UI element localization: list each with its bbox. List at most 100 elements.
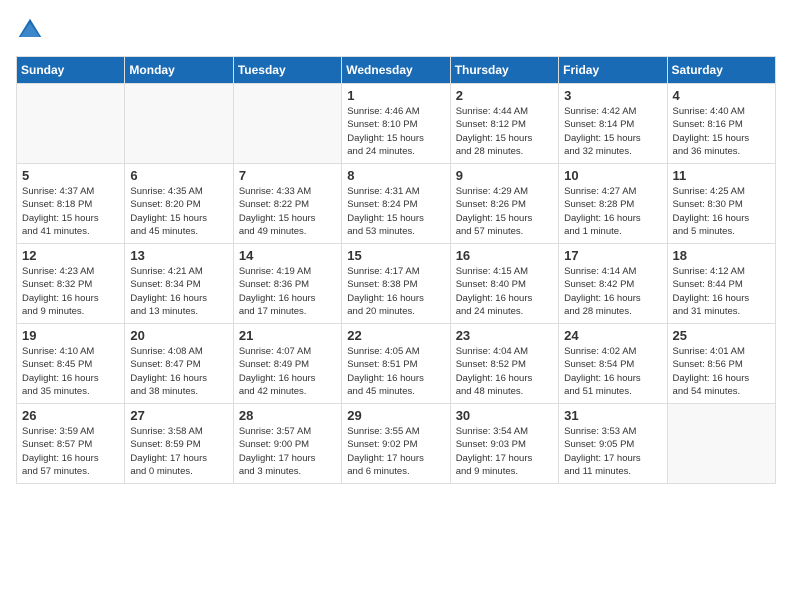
day-info: Sunrise: 4:10 AM Sunset: 8:45 PM Dayligh… [22, 345, 119, 398]
day-info: Sunrise: 3:53 AM Sunset: 9:05 PM Dayligh… [564, 425, 661, 478]
calendar-cell: 6 Sunrise: 4:35 AM Sunset: 8:20 PM Daylig… [125, 164, 233, 244]
day-info: Sunrise: 4:02 AM Sunset: 8:54 PM Dayligh… [564, 345, 661, 398]
day-info: Sunrise: 4:05 AM Sunset: 8:51 PM Dayligh… [347, 345, 444, 398]
calendar-cell: 14 Sunrise: 4:19 AM Sunset: 8:36 PM Dayli… [233, 244, 341, 324]
calendar-cell: 21 Sunrise: 4:07 AM Sunset: 8:49 PM Dayli… [233, 324, 341, 404]
day-number: 25 [673, 328, 770, 343]
day-info: Sunrise: 3:57 AM Sunset: 9:00 PM Dayligh… [239, 425, 336, 478]
calendar-cell: 5 Sunrise: 4:37 AM Sunset: 8:18 PM Daylig… [17, 164, 125, 244]
calendar-cell: 9 Sunrise: 4:29 AM Sunset: 8:26 PM Daylig… [450, 164, 558, 244]
day-number: 8 [347, 168, 444, 183]
day-info: Sunrise: 4:25 AM Sunset: 8:30 PM Dayligh… [673, 185, 770, 238]
week-row-3: 19 Sunrise: 4:10 AM Sunset: 8:45 PM Dayli… [17, 324, 776, 404]
day-info: Sunrise: 4:33 AM Sunset: 8:22 PM Dayligh… [239, 185, 336, 238]
calendar-cell: 25 Sunrise: 4:01 AM Sunset: 8:56 PM Dayli… [667, 324, 775, 404]
calendar-cell: 15Sunrise: 4:17 AM Sunset: 8:38 PM Dayli… [342, 244, 450, 324]
day-info: Sunrise: 3:58 AM Sunset: 8:59 PM Dayligh… [130, 425, 227, 478]
calendar-cell [667, 404, 775, 484]
calendar-cell: 4 Sunrise: 4:40 AM Sunset: 8:16 PM Daylig… [667, 84, 775, 164]
calendar-cell: 27Sunrise: 3:58 AM Sunset: 8:59 PM Dayli… [125, 404, 233, 484]
day-info: Sunrise: 4:29 AM Sunset: 8:26 PM Dayligh… [456, 185, 553, 238]
day-number: 26 [22, 408, 119, 423]
day-number: 18 [673, 248, 770, 263]
day-info: Sunrise: 3:54 AM Sunset: 9:03 PM Dayligh… [456, 425, 553, 478]
day-number: 13 [130, 248, 227, 263]
calendar-cell [233, 84, 341, 164]
day-header-friday: Friday [559, 57, 667, 84]
day-header-tuesday: Tuesday [233, 57, 341, 84]
calendar-cell: 16 Sunrise: 4:15 AM Sunset: 8:40 PM Dayli… [450, 244, 558, 324]
calendar-table: SundayMondayTuesdayWednesdayThursdayFrid… [16, 56, 776, 484]
day-info: Sunrise: 4:23 AM Sunset: 8:32 PM Dayligh… [22, 265, 119, 318]
day-number: 3 [564, 88, 661, 103]
calendar-cell: 28 Sunrise: 3:57 AM Sunset: 9:00 PM Dayli… [233, 404, 341, 484]
day-info: Sunrise: 4:21 AM Sunset: 8:34 PM Dayligh… [130, 265, 227, 318]
day-number: 19 [22, 328, 119, 343]
header-row: SundayMondayTuesdayWednesdayThursdayFrid… [17, 57, 776, 84]
day-info: Sunrise: 4:15 AM Sunset: 8:40 PM Dayligh… [456, 265, 553, 318]
day-info: Sunrise: 4:40 AM Sunset: 8:16 PM Dayligh… [673, 105, 770, 158]
day-number: 7 [239, 168, 336, 183]
day-number: 23 [456, 328, 553, 343]
day-header-monday: Monday [125, 57, 233, 84]
day-info: Sunrise: 4:19 AM Sunset: 8:36 PM Dayligh… [239, 265, 336, 318]
calendar-cell: 1 Sunrise: 4:46 AM Sunset: 8:10 PM Daylig… [342, 84, 450, 164]
week-row-0: 1 Sunrise: 4:46 AM Sunset: 8:10 PM Daylig… [17, 84, 776, 164]
day-number: 6 [130, 168, 227, 183]
calendar-cell: 7 Sunrise: 4:33 AM Sunset: 8:22 PM Daylig… [233, 164, 341, 244]
day-info: Sunrise: 4:12 AM Sunset: 8:44 PM Dayligh… [673, 265, 770, 318]
day-number: 11 [673, 168, 770, 183]
day-info: Sunrise: 4:14 AM Sunset: 8:42 PM Dayligh… [564, 265, 661, 318]
logo [16, 16, 48, 44]
day-info: Sunrise: 4:27 AM Sunset: 8:28 PM Dayligh… [564, 185, 661, 238]
day-number: 29 [347, 408, 444, 423]
week-row-4: 26 Sunrise: 3:59 AM Sunset: 8:57 PM Dayli… [17, 404, 776, 484]
page-header [16, 16, 776, 44]
day-number: 28 [239, 408, 336, 423]
calendar-cell: 29Sunrise: 3:55 AM Sunset: 9:02 PM Dayli… [342, 404, 450, 484]
calendar-cell: 3 Sunrise: 4:42 AM Sunset: 8:14 PM Daylig… [559, 84, 667, 164]
day-number: 1 [347, 88, 444, 103]
day-number: 17 [564, 248, 661, 263]
calendar-cell: 11 Sunrise: 4:25 AM Sunset: 8:30 PM Dayli… [667, 164, 775, 244]
day-info: Sunrise: 4:04 AM Sunset: 8:52 PM Dayligh… [456, 345, 553, 398]
calendar-cell: 18 Sunrise: 4:12 AM Sunset: 8:44 PM Dayli… [667, 244, 775, 324]
week-row-1: 5 Sunrise: 4:37 AM Sunset: 8:18 PM Daylig… [17, 164, 776, 244]
day-info: Sunrise: 4:17 AM Sunset: 8:38 PM Dayligh… [347, 265, 444, 318]
day-info: Sunrise: 4:46 AM Sunset: 8:10 PM Dayligh… [347, 105, 444, 158]
calendar-cell: 31 Sunrise: 3:53 AM Sunset: 9:05 PM Dayli… [559, 404, 667, 484]
day-number: 12 [22, 248, 119, 263]
calendar-cell: 13 Sunrise: 4:21 AM Sunset: 8:34 PM Dayli… [125, 244, 233, 324]
day-header-sunday: Sunday [17, 57, 125, 84]
day-info: Sunrise: 4:44 AM Sunset: 8:12 PM Dayligh… [456, 105, 553, 158]
day-number: 4 [673, 88, 770, 103]
calendar-cell: 12 Sunrise: 4:23 AM Sunset: 8:32 PM Dayli… [17, 244, 125, 324]
logo-icon [16, 16, 44, 44]
day-number: 5 [22, 168, 119, 183]
day-number: 10 [564, 168, 661, 183]
day-info: Sunrise: 4:42 AM Sunset: 8:14 PM Dayligh… [564, 105, 661, 158]
calendar-cell: 2 Sunrise: 4:44 AM Sunset: 8:12 PM Daylig… [450, 84, 558, 164]
day-number: 2 [456, 88, 553, 103]
day-number: 31 [564, 408, 661, 423]
day-info: Sunrise: 4:35 AM Sunset: 8:20 PM Dayligh… [130, 185, 227, 238]
day-number: 9 [456, 168, 553, 183]
calendar-cell: 8Sunrise: 4:31 AM Sunset: 8:24 PM Daylig… [342, 164, 450, 244]
day-number: 16 [456, 248, 553, 263]
day-info: Sunrise: 4:07 AM Sunset: 8:49 PM Dayligh… [239, 345, 336, 398]
day-info: Sunrise: 4:08 AM Sunset: 8:47 PM Dayligh… [130, 345, 227, 398]
day-header-thursday: Thursday [450, 57, 558, 84]
day-info: Sunrise: 3:59 AM Sunset: 8:57 PM Dayligh… [22, 425, 119, 478]
day-info: Sunrise: 4:37 AM Sunset: 8:18 PM Dayligh… [22, 185, 119, 238]
calendar-cell: 26 Sunrise: 3:59 AM Sunset: 8:57 PM Dayli… [17, 404, 125, 484]
day-header-saturday: Saturday [667, 57, 775, 84]
calendar-cell: 20Sunrise: 4:08 AM Sunset: 8:47 PM Dayli… [125, 324, 233, 404]
calendar-cell: 23 Sunrise: 4:04 AM Sunset: 8:52 PM Dayli… [450, 324, 558, 404]
day-number: 24 [564, 328, 661, 343]
day-number: 14 [239, 248, 336, 263]
day-info: Sunrise: 4:01 AM Sunset: 8:56 PM Dayligh… [673, 345, 770, 398]
day-number: 30 [456, 408, 553, 423]
day-number: 21 [239, 328, 336, 343]
day-number: 22 [347, 328, 444, 343]
calendar-cell: 17 Sunrise: 4:14 AM Sunset: 8:42 PM Dayli… [559, 244, 667, 324]
